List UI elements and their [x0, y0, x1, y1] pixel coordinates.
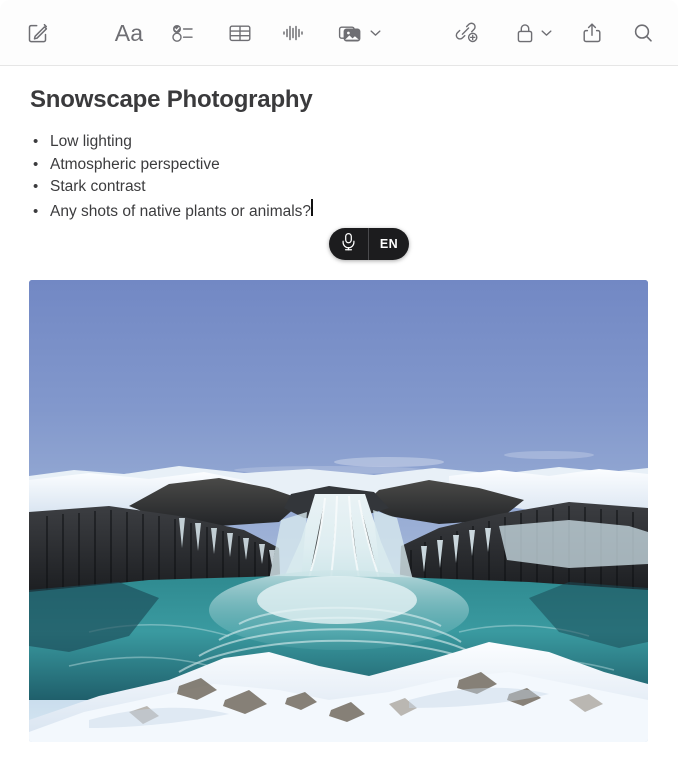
microphone-icon [340, 232, 357, 256]
audio-button[interactable] [275, 11, 311, 55]
list-item-label: Atmospheric perspective [50, 155, 220, 173]
list-item[interactable]: • Low lighting [30, 131, 648, 154]
media-photo-icon [337, 21, 365, 45]
format-button[interactable]: Aa [110, 11, 148, 55]
waterfall-snowscape-photo[interactable] [29, 280, 648, 742]
list-item-label: Low lighting [50, 133, 132, 150]
toolbar: Aa [0, 0, 678, 66]
lock-button[interactable] [508, 11, 558, 55]
list-item[interactable]: • Any shots of native plants or animals? [30, 198, 648, 224]
search-icon [631, 21, 655, 45]
share-button[interactable] [574, 11, 610, 55]
share-icon [580, 21, 604, 45]
bullet-marker: • [33, 155, 39, 173]
search-button[interactable] [625, 11, 661, 55]
bullet-marker: • [33, 202, 39, 220]
note-content[interactable]: Snowscape Photography • Low lighting • A… [0, 86, 678, 223]
dictation-toolbar[interactable]: EN [329, 228, 409, 260]
list-item[interactable]: • Atmospheric perspective [30, 154, 648, 177]
table-icon [227, 21, 253, 45]
checklist-button[interactable] [165, 11, 203, 55]
dictation-mic-button[interactable] [329, 228, 369, 260]
photo-artwork [29, 280, 648, 742]
bullet-marker: • [33, 178, 39, 196]
chevron-down-icon [541, 29, 552, 37]
table-button[interactable] [222, 11, 258, 55]
lock-icon [514, 21, 536, 45]
compose-note-button[interactable] [18, 11, 58, 55]
chevron-down-icon [370, 29, 381, 37]
page-title: Snowscape Photography [30, 86, 313, 113]
media-button[interactable] [333, 11, 385, 55]
compose-icon [26, 21, 50, 45]
bullet-list[interactable]: • Low lighting • Atmospheric perspective… [30, 131, 648, 223]
text-caret [311, 198, 313, 216]
dictation-language-button[interactable]: EN [369, 228, 409, 260]
audio-waveform-icon [280, 21, 306, 45]
checklist-icon [171, 21, 197, 45]
notes-window: Aa Snowscape Photography • Low lighting … [0, 0, 678, 780]
list-item[interactable]: • Stark contrast [30, 176, 648, 199]
bullet-marker: • [33, 133, 39, 150]
link-button[interactable] [448, 11, 486, 55]
list-item-label: Stark contrast [50, 178, 146, 196]
link-add-icon [453, 21, 481, 45]
list-item-label: Any shots of native plants or animals? [50, 202, 312, 220]
aa-text-format-icon: Aa [114, 19, 144, 46]
